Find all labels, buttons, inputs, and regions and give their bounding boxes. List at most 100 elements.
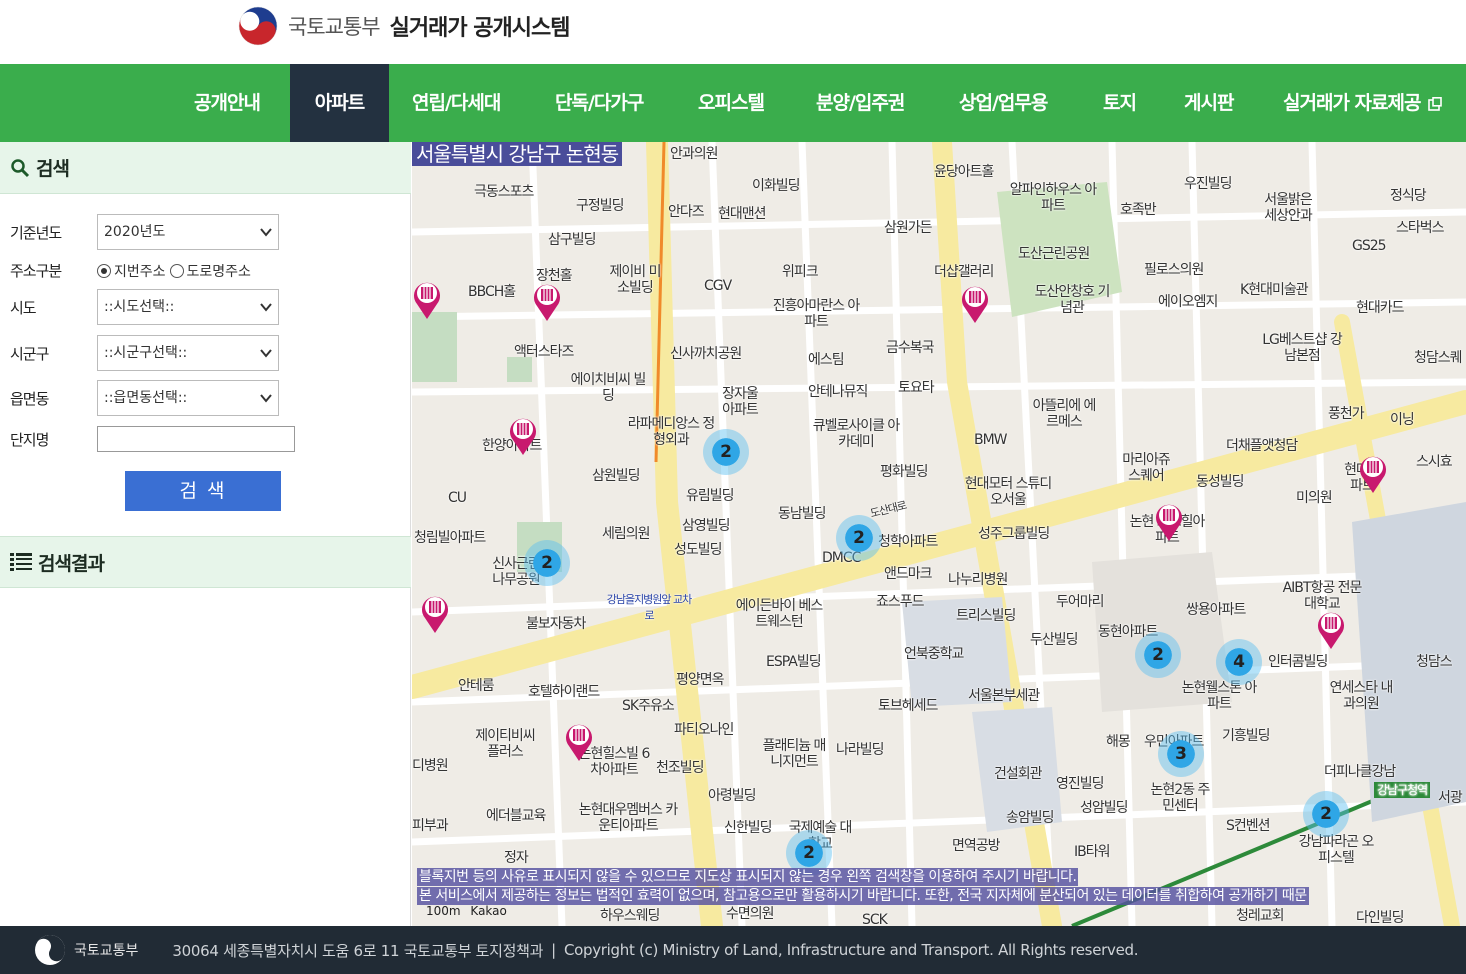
- map-poi[interactable]: 논현웰스톤 아파트: [1176, 680, 1262, 712]
- map-poi[interactable]: 현대모터 스튜디오서울: [962, 476, 1054, 508]
- map-poi[interactable]: 강남파라곤 오피스텔: [1296, 834, 1376, 866]
- map-poi[interactable]: 연세스타 내과의원: [1328, 680, 1394, 712]
- nav-item-presale[interactable]: 분양/입주권: [816, 64, 905, 142]
- nav-item-board[interactable]: 게시판: [1184, 64, 1234, 142]
- map-poi[interactable]: 스시효: [1416, 454, 1453, 470]
- map-poi[interactable]: 더샵갤러리: [934, 264, 994, 280]
- map-poi[interactable]: 에스팀: [808, 352, 845, 368]
- map-poi[interactable]: 에이치비씨 빌딩: [570, 372, 647, 404]
- map-poi[interactable]: 현대맨션: [718, 206, 767, 222]
- lot-address-radio[interactable]: 지번주소: [97, 261, 166, 281]
- map-poi[interactable]: 토요타: [898, 380, 935, 396]
- apartment-pin-icon[interactable]: [420, 592, 450, 634]
- transaction-cluster-marker[interactable]: 2: [1303, 791, 1349, 837]
- map-poi[interactable]: CGV: [704, 278, 732, 294]
- apartment-pin-icon[interactable]: [1316, 608, 1346, 650]
- map-poi[interactable]: 청레교회: [1236, 908, 1285, 924]
- map-view[interactable]: 서울특별시 강남구 논현동 안과의원 이화빌딩 윤당아트홀 알파인하우스 아파트…: [412, 142, 1466, 926]
- apartment-pin-icon[interactable]: [960, 282, 990, 324]
- map-poi[interactable]: 호텔하이랜드: [528, 684, 600, 700]
- map-poi[interactable]: LG베스트샵 강남본점: [1258, 332, 1346, 364]
- search-button[interactable]: 검 색: [125, 471, 281, 511]
- map-poi[interactable]: 아뜰리에 에르메스: [1032, 398, 1097, 430]
- map-poi[interactable]: BMW: [974, 432, 1008, 448]
- map-poi[interactable]: 에이든바이 베스트웨스턴: [734, 598, 824, 630]
- map-poi[interactable]: 에더블교육: [486, 808, 546, 824]
- map-poi[interactable]: 청림빌아파트: [414, 530, 486, 546]
- map-poi[interactable]: 청담스퀘: [1414, 350, 1463, 366]
- map-poi[interactable]: 영진빌딩: [1056, 776, 1105, 792]
- map-poi[interactable]: 이닝: [1390, 412, 1415, 428]
- map-poi[interactable]: 안다즈: [668, 204, 705, 220]
- apartment-pin-icon[interactable]: [508, 414, 538, 456]
- nav-item-land[interactable]: 토지: [1103, 64, 1137, 142]
- map-poi[interactable]: 강남을지병원앞 교차로: [604, 592, 694, 624]
- transaction-cluster-marker[interactable]: 4: [1216, 639, 1262, 685]
- map-poi[interactable]: 건설회관: [994, 766, 1043, 782]
- map-poi[interactable]: 죠스푸드: [876, 594, 925, 610]
- lot-address-radio-dot[interactable]: [97, 263, 111, 278]
- map-poi[interactable]: 언북중학교: [904, 646, 964, 662]
- map-poi[interactable]: SK주유소: [622, 698, 675, 714]
- map-poi[interactable]: 토브헤세드: [878, 698, 938, 714]
- map-poi[interactable]: 도산안창호 기념관: [1034, 284, 1111, 316]
- map-poi[interactable]: 금수복국: [886, 340, 935, 356]
- apartment-pin-icon[interactable]: [412, 278, 442, 320]
- map-poi[interactable]: 논현2동 주민센터: [1150, 782, 1211, 814]
- map-poi[interactable]: 호족반: [1120, 202, 1157, 218]
- map-poi[interactable]: BBCH홀: [468, 284, 516, 300]
- map-poi[interactable]: 해몽: [1106, 734, 1131, 750]
- map-poi[interactable]: 윤당아트홀: [934, 164, 994, 180]
- map-poi[interactable]: 안테룸: [458, 678, 495, 694]
- map-poi[interactable]: 성주그룹빌딩: [978, 526, 1050, 542]
- map-poi[interactable]: 앤드마크: [884, 566, 933, 582]
- logo[interactable]: 국토교통부 실거래가 공개시스템: [238, 6, 570, 46]
- map-poi[interactable]: 알파인하우스 아파트: [1008, 182, 1098, 214]
- map-poi[interactable]: 청학아파트: [878, 534, 938, 550]
- map-poi[interactable]: 인터콤빌딩: [1268, 654, 1328, 670]
- apartment-pin-icon[interactable]: [1154, 500, 1184, 542]
- map-poi[interactable]: 풍천가: [1328, 406, 1365, 422]
- road-address-radio-dot[interactable]: [169, 263, 184, 278]
- map-poi[interactable]: CU: [448, 490, 467, 506]
- map-poi[interactable]: 삼원가든: [884, 220, 933, 236]
- map-poi[interactable]: 기흥빌딩: [1222, 728, 1271, 744]
- map-poi[interactable]: 극동스포츠: [474, 184, 534, 200]
- map-poi[interactable]: 더채플앳청담: [1226, 438, 1298, 454]
- nav-item-apartment[interactable]: 아파트: [290, 64, 389, 142]
- map-poi[interactable]: 정자: [504, 850, 529, 866]
- sigungu-select[interactable]: ::시군구선택::: [97, 335, 279, 371]
- map-poi[interactable]: 송암빌딩: [1006, 810, 1055, 826]
- map-poi[interactable]: 서광: [1438, 790, 1463, 806]
- map-poi[interactable]: IB타워: [1074, 844, 1110, 860]
- map-poi[interactable]: 위피크: [782, 264, 819, 280]
- map-poi[interactable]: 마리아쥬 스퀘어: [1116, 452, 1176, 484]
- map-poi[interactable]: 현대카드: [1356, 300, 1405, 316]
- map-poi[interactable]: 두어마리: [1056, 594, 1105, 610]
- map-poi[interactable]: 아령빌딩: [708, 788, 757, 804]
- dong-select[interactable]: ::읍면동선택::: [97, 380, 279, 416]
- map-poi[interactable]: 구정빌딩: [576, 198, 625, 214]
- map-poi[interactable]: 액터스타즈: [514, 344, 574, 360]
- map-poi[interactable]: 다인빌딩: [1356, 910, 1405, 926]
- apartment-pin-icon[interactable]: [1358, 452, 1388, 494]
- transaction-cluster-marker[interactable]: 2: [524, 540, 570, 586]
- map-poi[interactable]: 서울본부세관: [968, 688, 1040, 704]
- map-poi[interactable]: 나누리병원: [948, 572, 1008, 588]
- map-poi[interactable]: 미의원: [1296, 490, 1333, 506]
- transaction-cluster-marker[interactable]: 2: [836, 515, 882, 561]
- map-poi[interactable]: 도산근린공원: [1018, 246, 1090, 262]
- map-poi[interactable]: 평화빌딩: [880, 464, 929, 480]
- complex-name-input[interactable]: [97, 426, 295, 452]
- map-poi[interactable]: 천조빌딩: [656, 760, 705, 776]
- map-poi[interactable]: 유림빌딩: [686, 488, 735, 504]
- map-poi[interactable]: 논현대우멤버스 카운티아파트: [578, 802, 679, 834]
- map-poi[interactable]: 쌍용아파트: [1186, 602, 1246, 618]
- map-poi[interactable]: 두산빌딩: [1030, 632, 1079, 648]
- map-poi[interactable]: 더피나클강남: [1324, 764, 1396, 780]
- nav-item-detached-house[interactable]: 단독/다가구: [555, 64, 644, 142]
- map-poi[interactable]: 플래티늄 매니지먼트: [758, 738, 830, 770]
- apartment-pin-icon[interactable]: [532, 280, 562, 322]
- map-poi[interactable]: 하우스웨딩: [600, 908, 660, 924]
- map-poi[interactable]: 삼영빌딩: [682, 518, 731, 534]
